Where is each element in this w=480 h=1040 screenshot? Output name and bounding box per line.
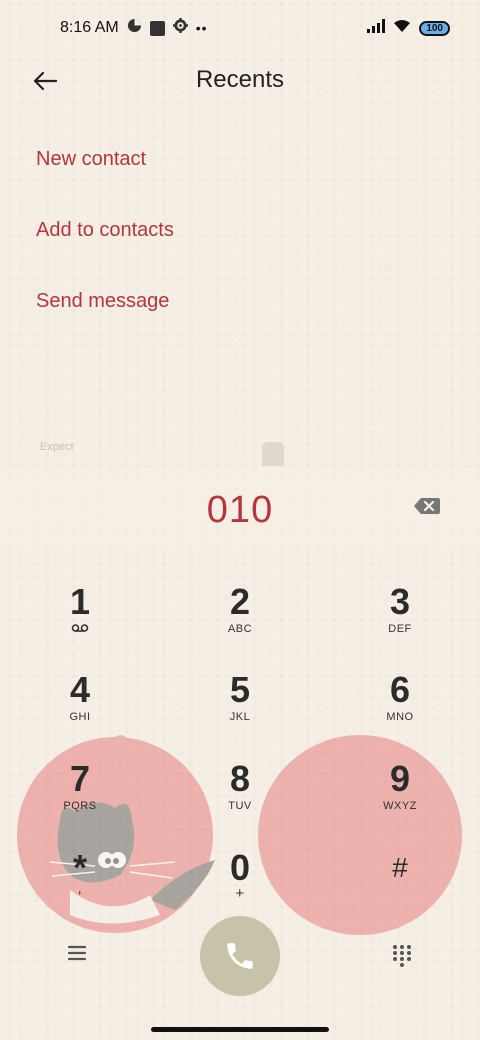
key-letters: ABC [227,623,253,635]
key-letters: TUV [228,800,252,812]
key-7[interactable]: 7 PQRS [20,759,140,839]
key-star[interactable]: * , [20,848,140,928]
number-panel: 010 [0,467,480,545]
key-letters: DEF [388,623,412,635]
battery-icon: 100 [419,20,450,36]
key-letters: WXYZ [383,800,417,812]
status-bar: 8:16 AM •• 100 [0,0,480,56]
key-5[interactable]: 5 JKL [180,670,300,750]
header: Recents [0,56,480,108]
dialpad-grid-icon [393,945,411,967]
home-indicator[interactable] [151,1027,329,1032]
key-digit: 6 [389,669,411,710]
key-digit: 9 [389,758,411,799]
key-digit: 4 [69,669,91,710]
voicemail-icon [71,624,89,632]
key-digit: 7 [69,758,91,799]
backspace-button[interactable] [413,496,441,516]
dialed-number: 010 [206,489,274,531]
dialpad-button[interactable] [392,944,412,968]
key-6[interactable]: 6 MNO [340,670,460,750]
key-digit: 3 [389,581,411,622]
key-4[interactable]: 4 GHI [20,670,140,750]
key-digit: 1 [69,581,91,622]
menu-button[interactable] [66,944,90,966]
wifi-icon [393,19,411,38]
backspace-icon [414,498,440,514]
key-letters: + [235,885,245,902]
key-8[interactable]: 8 TUV [180,759,300,839]
key-digit: # [392,852,408,883]
page-title: Recents [195,66,285,93]
send-message-option[interactable]: Send message [36,290,169,313]
wallpaper-peek [262,442,284,466]
key-2[interactable]: 2 ABC [180,582,300,662]
key-digit: 0 [229,847,251,888]
signal-icon [367,18,386,38]
data-saver-icon [127,18,142,38]
hamburger-menu-icon [67,945,87,961]
add-to-contacts-option[interactable]: Add to contacts [36,219,174,242]
key-digit: 2 [229,581,251,622]
key-hash[interactable]: # [340,848,460,928]
key-digit: 5 [229,669,251,710]
key-letters: GHI [69,711,91,723]
call-button[interactable] [200,916,280,996]
key-9[interactable]: 9 WXYZ [340,759,460,839]
background-label: Expect [40,441,74,453]
key-letters: MNO [386,711,414,723]
key-letters: , [77,880,83,896]
key-3[interactable]: 3 DEF [340,582,460,662]
settings-gear-icon [172,18,188,38]
new-contact-option[interactable]: New contact [36,148,146,171]
more-dots-icon: •• [195,20,208,36]
key-digit: 8 [229,758,251,799]
square-notification-icon [149,20,165,36]
key-1[interactable]: 1 [20,582,140,662]
phone-icon [227,943,253,969]
status-time: 8:16 AM [60,19,119,36]
key-letters: JKL [229,711,251,723]
key-letters: PQRS [63,800,97,812]
